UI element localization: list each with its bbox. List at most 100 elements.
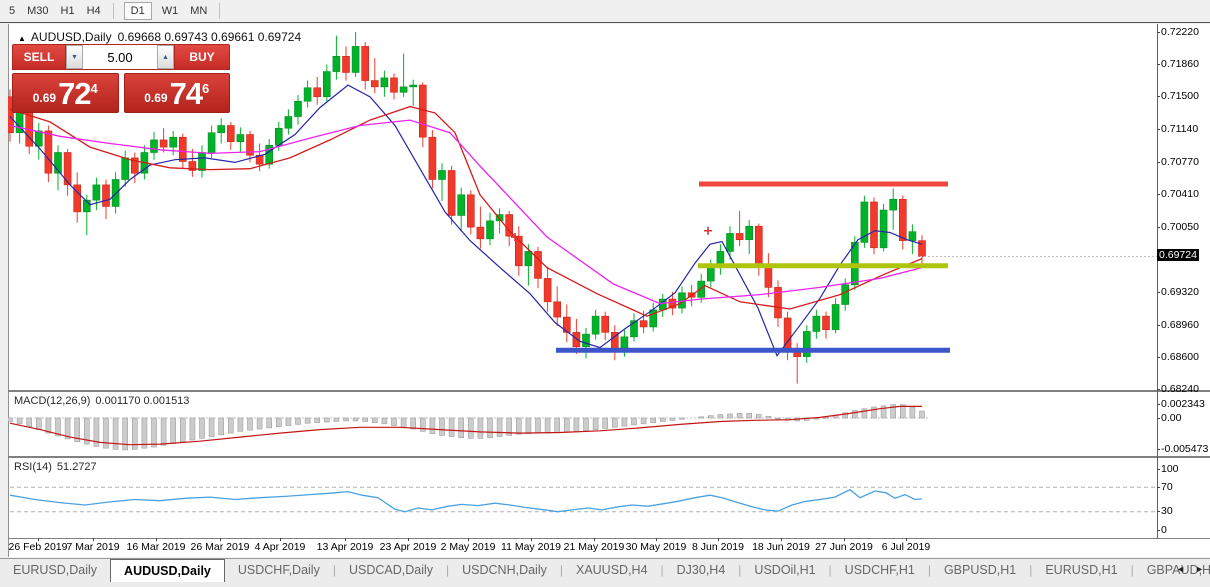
price-tick-label: 0.71500 [1161, 90, 1199, 102]
buy-button[interactable]: BUY [174, 44, 230, 70]
date-axis[interactable]: 26 Feb 20197 Mar 2019 16 Mar 2019 26 Mar 2… [8, 541, 1157, 556]
volume-input[interactable] [83, 45, 157, 69]
panel-separator-1[interactable] [8, 390, 1210, 392]
panel-separator-3 [8, 538, 1210, 539]
price-axis[interactable]: 0.72220 0.71860 0.71500 0.71140 0.70770 0.704… [1161, 24, 1210, 390]
date-label: 27 Jun 2019 [815, 541, 873, 553]
plus-marker [704, 227, 712, 235]
date-tick [408, 538, 409, 541]
date-label: 26 Feb 2019 [9, 541, 68, 553]
date-label: 21 May 2019 [564, 541, 625, 553]
price-tick-label: 0.71860 [1161, 58, 1199, 70]
macd-label: MACD(12,26,9)0.001170 0.001513 [14, 395, 189, 407]
price-tick-label: 0.68960 [1161, 319, 1199, 331]
rsi-tick-label: 30 [1161, 505, 1173, 517]
toolbar-separator [219, 3, 220, 19]
buy-price-tile[interactable]: 0.69 74 6 [124, 73, 231, 113]
tab-eurusd-daily[interactable]: EURUSD,Daily [0, 559, 110, 581]
chart-title: ▲ AUDUSD,Daily 0.69668 0.69743 0.69661 0.6… [18, 30, 301, 44]
tab-scroll-left-icon[interactable]: ◄ [1176, 564, 1185, 574]
sell-price-sup: 4 [91, 81, 98, 96]
one-click-trade-widget: SELL ▼ ▲ BUY 0.69 72 4 0.69 74 6 [12, 44, 230, 113]
date-label: 11 May 2019 [501, 541, 561, 553]
tab-usdcnh-daily[interactable]: USDCNH,Daily [449, 559, 560, 581]
tab-scroll-controls: ◄ ► [1176, 564, 1204, 574]
date-tick [280, 538, 281, 541]
date-label: 8 Jun 2019 [692, 541, 744, 553]
chart-symbol-label: AUDUSD,Daily [31, 30, 112, 44]
trading-platform-window: 5 M30 H1 H4 D1 W1 MN ▲ AUDUSD,Daily 0.69668 0.69… [0, 0, 1210, 587]
axis-separator [1157, 24, 1158, 538]
price-tick-label: 0.69320 [1161, 286, 1199, 298]
sell-price-big: 72 [58, 80, 90, 108]
moving-averages-layer [10, 85, 922, 356]
rsi-tick-label: 100 [1161, 463, 1179, 475]
sell-price-prefix: 0.69 [33, 91, 56, 105]
toolbar-separator [113, 3, 114, 19]
markers-layer [511, 227, 712, 241]
tab-usdoil-h1[interactable]: USDOil,H1 [741, 559, 828, 581]
date-tick [781, 538, 782, 541]
timeframe-m30[interactable]: M30 [27, 5, 48, 17]
macd-axis[interactable]: 0.002343 0.00 -0.005473 [1161, 392, 1210, 456]
current-price-badge: 0.69724 [1157, 249, 1199, 261]
date-tick [531, 538, 532, 541]
chart-ohlc-values: 0.69668 0.69743 0.69661 0.69724 [118, 30, 302, 44]
timeframe-5[interactable]: 5 [9, 5, 15, 17]
macd-histogram-layer [8, 405, 925, 450]
price-tick-label: 0.70410 [1161, 188, 1199, 200]
date-label: 7 Mar 2019 [66, 541, 119, 553]
collapse-triangle-icon[interactable]: ▲ [18, 34, 26, 43]
price-tick-label: 0.68600 [1161, 351, 1199, 363]
tab-eurusd-h1[interactable]: EURUSD,H1 [1032, 559, 1130, 581]
tab-usdchf-daily[interactable]: USDCHF,Daily [225, 559, 333, 581]
date-label: 26 Mar 2019 [191, 541, 250, 553]
timeframe-w1[interactable]: W1 [162, 5, 179, 17]
volume-decrease-button[interactable]: ▼ [66, 45, 83, 69]
tab-usdchf-h1[interactable]: USDCHF,H1 [832, 559, 928, 581]
timeframe-h4[interactable]: H4 [87, 5, 101, 17]
date-tick [656, 538, 657, 541]
tab-scroll-right-icon[interactable]: ► [1195, 564, 1204, 574]
rsi-canvas[interactable] [8, 458, 1157, 538]
sell-button[interactable]: SELL [12, 44, 66, 70]
symbol-tabbar: EURUSD,DailyAUDUSD,DailyUSDCHF,Daily|USD… [0, 558, 1210, 587]
price-tick-label: 0.71140 [1161, 123, 1198, 135]
timeframe-d1[interactable]: D1 [124, 2, 152, 20]
rsi-tick-label: 70 [1161, 481, 1173, 493]
buy-price-prefix: 0.69 [144, 91, 167, 105]
rsi-line [10, 490, 922, 512]
buy-price-big: 74 [170, 80, 202, 108]
date-tick [345, 538, 346, 541]
panel-separator-2[interactable] [8, 456, 1210, 458]
tab-gbpusd-h1[interactable]: GBPUSD,H1 [931, 559, 1029, 581]
tab-dj30-h4[interactable]: DJ30,H4 [664, 559, 739, 581]
timeframe-toolbar: 5 M30 H1 H4 D1 W1 MN [0, 0, 1210, 23]
date-tick [156, 538, 157, 541]
price-tick-label: 0.70770 [1161, 156, 1199, 168]
date-label: 23 Apr 2019 [380, 541, 437, 553]
date-label: 13 Apr 2019 [317, 541, 374, 553]
tab-usdcad-daily[interactable]: USDCAD,Daily [336, 559, 446, 581]
ma-mid-red [10, 107, 922, 317]
date-label: 16 Mar 2019 [127, 541, 186, 553]
date-label: 30 May 2019 [626, 541, 687, 553]
buy-price-sup: 6 [202, 81, 209, 96]
date-label: 4 Apr 2019 [255, 541, 306, 553]
date-tick [93, 538, 94, 541]
price-tick-label: 0.72220 [1161, 26, 1199, 38]
timeframe-h1[interactable]: H1 [61, 5, 75, 17]
timeframe-mn[interactable]: MN [190, 5, 207, 17]
date-label: 18 Jun 2019 [752, 541, 810, 553]
tab-audusd-daily[interactable]: AUDUSD,Daily [110, 559, 225, 582]
tab-xauusd-h4[interactable]: XAUUSD,H4 [563, 559, 661, 581]
sell-price-tile[interactable]: 0.69 72 4 [12, 73, 119, 113]
volume-increase-button[interactable]: ▲ [157, 45, 174, 69]
date-tick [906, 538, 907, 541]
rsi-axis[interactable]: 10070300 [1161, 458, 1210, 538]
price-tick-label: 0.70050 [1161, 221, 1199, 233]
macd-tick-label: 0.002343 [1161, 398, 1205, 410]
volume-spinner: ▼ ▲ [66, 44, 174, 70]
macd-tick-label: 0.00 [1161, 412, 1181, 424]
macd-tick-label: -0.005473 [1161, 443, 1208, 455]
